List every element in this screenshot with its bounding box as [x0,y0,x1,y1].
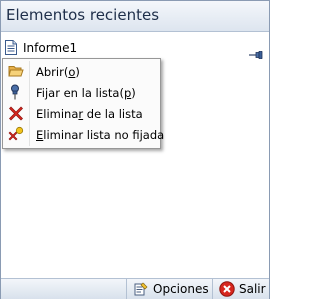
pin-toggle-icon[interactable] [249,44,263,60]
options-icon [133,281,149,297]
menu-item-label: Eliminar de la lista [36,107,143,121]
recent-item-label: Informe1 [23,41,78,55]
panel-title: Elementos recientes [6,6,160,24]
context-menu: Abrir(o) Fijar en la lista(p) Eliminar d… [2,58,164,149]
menu-item-remove[interactable]: Eliminar de la lista [5,103,158,124]
menu-item-label: Fijar en la lista(p) [36,86,136,100]
remove-unpinned-icon [8,126,24,142]
menu-item-pin[interactable]: Fijar en la lista(p) [5,82,158,103]
recent-items-panel: Elementos recientes Informe1 Abrir(o) Fi… [0,0,270,299]
document-icon [5,40,17,55]
pushpin-icon [8,84,24,100]
menu-item-label: Abrir(o) [36,65,80,79]
menu-item-clear-unpinned[interactable]: Eliminar lista no fijada [5,124,164,145]
panel-header: Elementos recientes [1,1,269,32]
exit-label: Salir [239,282,266,296]
menu-item-label: Eliminar lista no fijada [36,128,165,142]
recent-item-informe1[interactable]: Informe1 [1,38,269,60]
options-button[interactable]: Opciones [126,279,209,299]
recent-items-list: Informe1 Abrir(o) Fijar en la lista(p) E… [1,32,269,278]
options-label: Opciones [153,282,209,296]
open-folder-icon [8,63,24,79]
exit-icon [219,281,235,297]
menu-item-open[interactable]: Abrir(o) [5,61,158,82]
red-x-icon [8,105,24,121]
exit-button[interactable]: Salir [212,279,270,299]
panel-footer: Opciones Salir [1,278,269,299]
